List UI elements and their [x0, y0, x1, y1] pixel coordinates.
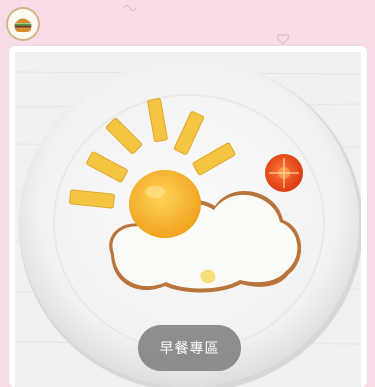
- app-header: [0, 0, 375, 46]
- logo-button[interactable]: [6, 7, 40, 41]
- hamburger-icon: [14, 18, 32, 32]
- hero-card[interactable]: 早餐專區: [9, 46, 367, 387]
- breakfast-category-button[interactable]: 早餐專區: [138, 325, 241, 371]
